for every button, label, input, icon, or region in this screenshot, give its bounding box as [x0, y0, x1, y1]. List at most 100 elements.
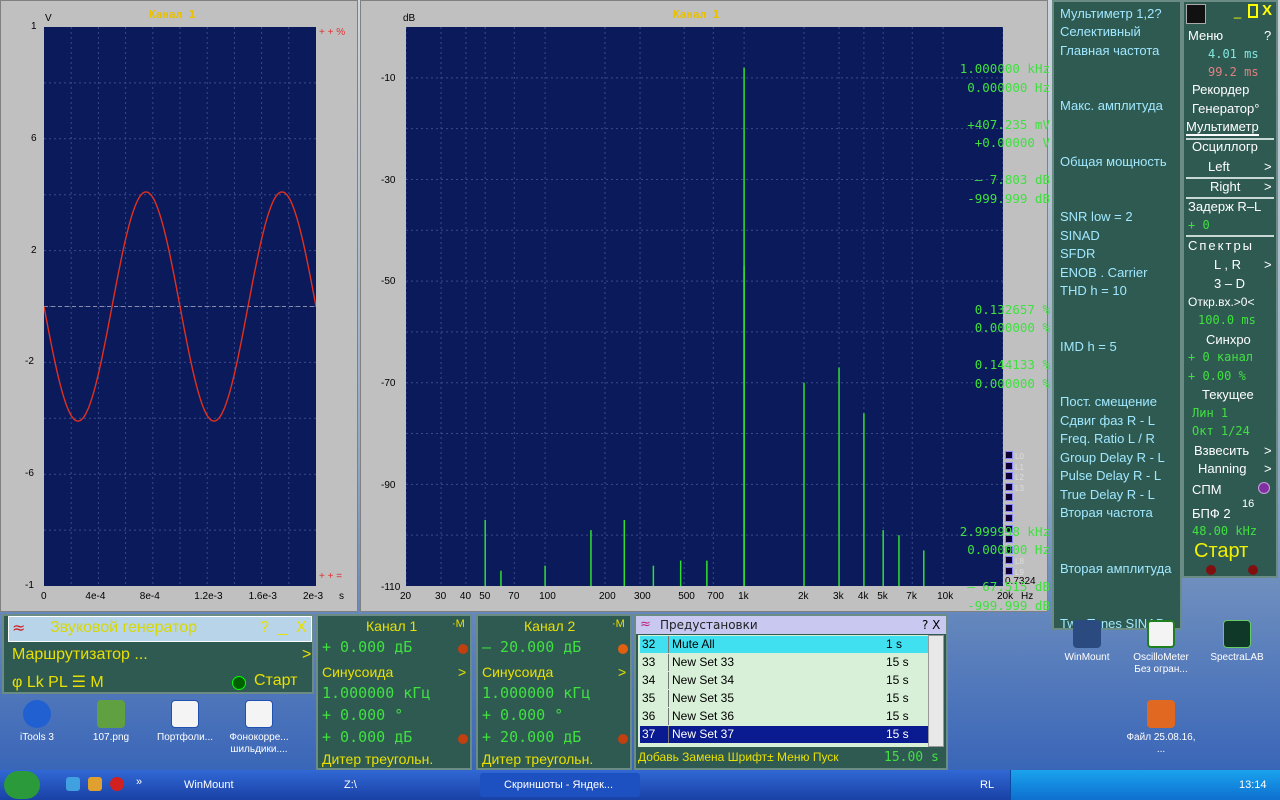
- multimeter-value[interactable]: – 67.515 dB: [967, 579, 1050, 594]
- multimeter-label[interactable]: Пост. смещение: [1060, 394, 1157, 409]
- generator-help[interactable]: ?: [260, 619, 269, 637]
- opera-icon[interactable]: [110, 777, 124, 791]
- ch1-wave-arrow-icon[interactable]: >: [458, 664, 466, 680]
- multimeter-value[interactable]: 0.000000 Hz: [967, 80, 1050, 95]
- mode-buttons[interactable]: φ Lk PL ☰ M: [12, 672, 104, 692]
- menu-multimeter[interactable]: Мультиметр: [1186, 119, 1259, 136]
- menu-sync[interactable]: Синхро: [1206, 332, 1251, 347]
- legend-item[interactable]: [1005, 514, 1015, 524]
- menu-fft[interactable]: БПФ 2: [1192, 506, 1231, 521]
- desktop-icon-spectralab[interactable]: SpectraLAB: [1200, 620, 1274, 664]
- desktop-icon-phono[interactable]: Фонокорре... шильдики....: [222, 700, 296, 756]
- generator-minimize[interactable]: _: [278, 619, 287, 637]
- spec-plot[interactable]: [405, 27, 1004, 586]
- spectrum-window[interactable]: Канал 1 dB L0 L1 L2 L3 L8 L9 0.7324 -10 -30 -50…: [360, 0, 1048, 612]
- multimeter-value[interactable]: 0.132657 %: [975, 302, 1050, 317]
- legend-item[interactable]: L9: [1005, 566, 1024, 577]
- multimeter-label[interactable]: Селективный: [1060, 24, 1141, 39]
- ch2-phase[interactable]: + 0.000 °: [482, 706, 563, 724]
- menu-right[interactable]: Right: [1210, 179, 1240, 194]
- presets-scrollbar[interactable]: [928, 635, 944, 747]
- channel1-panel[interactable]: Канал 1 ·M + 0.000 дБ Синусоида > 1.0000…: [316, 614, 472, 770]
- hanning-arrow-icon[interactable]: >: [1264, 461, 1272, 476]
- preset-row[interactable]: 34 New Set 34 15 s: [640, 672, 930, 689]
- ch2-freq[interactable]: 1.000000 кГц: [482, 684, 590, 702]
- ch1-m[interactable]: ·M: [452, 618, 465, 630]
- taskbar-winmount[interactable]: WinMount: [160, 773, 310, 797]
- ch1-phase[interactable]: + 0.000 °: [322, 706, 403, 724]
- right-arrow-icon[interactable]: >: [1264, 179, 1272, 194]
- multimeter-label[interactable]: Сдвиг фаз R - L: [1060, 413, 1155, 428]
- legend-item[interactable]: L8: [1005, 556, 1024, 566]
- taskbar-explorer[interactable]: Скриншоты - Яндек...: [480, 773, 640, 797]
- multimeter-label[interactable]: Общая мощность: [1060, 154, 1167, 169]
- multimeter-label[interactable]: ENOB . Carrier: [1060, 265, 1147, 280]
- desktop-icon-file[interactable]: Файл 25.08.16, ...: [1124, 700, 1198, 756]
- multimeter-panel[interactable]: Мультиметр 1,2? Селективный Главная часто…: [960, 0, 1182, 631]
- router-button[interactable]: Маршрутизатор ...: [12, 646, 148, 664]
- ch1-level[interactable]: + 0.000 дБ: [322, 638, 412, 656]
- spm-led-icon[interactable]: [1258, 482, 1270, 494]
- ch2-wave[interactable]: Синусоида: [482, 664, 553, 680]
- multimeter-value[interactable]: 0.000000 %: [975, 320, 1050, 335]
- multimeter-value[interactable]: 0.000000 %: [975, 376, 1050, 391]
- quicklaunch-more[interactable]: »: [136, 770, 142, 794]
- start-button[interactable]: [4, 771, 40, 799]
- menu-delay[interactable]: Задерж R–L: [1188, 199, 1261, 214]
- presets-footer[interactable]: Добавь Замена Шрифт± Меню Пуск: [638, 750, 839, 764]
- multimeter-value[interactable]: -999.999 dB: [967, 191, 1050, 206]
- menu-hanning[interactable]: Hanning: [1198, 461, 1246, 476]
- presets-help-close[interactable]: ? X: [922, 618, 940, 632]
- desktop-icon-oscillometer[interactable]: OscilloMeter Без огран...: [1124, 620, 1198, 676]
- legend-item[interactable]: [1005, 493, 1015, 503]
- preset-row[interactable]: 36 New Set 36 15 s: [640, 708, 930, 725]
- spectra-lr[interactable]: L , R: [1214, 257, 1241, 272]
- multimeter-label[interactable]: True Delay R - L: [1060, 487, 1155, 502]
- generator-panel[interactable]: ≈ Звуковой генератор ? _ X Маршрутизатор…: [2, 614, 314, 694]
- preset-row[interactable]: 32 Mute All 1 s: [640, 636, 930, 653]
- help-button[interactable]: ?: [1264, 28, 1271, 43]
- multimeter-label[interactable]: Макс. амплитуда: [1060, 98, 1163, 113]
- ch2-level[interactable]: – 20.000 дБ: [482, 638, 581, 656]
- preset-row[interactable]: 35 New Set 35 15 s: [640, 690, 930, 707]
- menu-current[interactable]: Текущее: [1202, 387, 1254, 402]
- desktop-icon-png[interactable]: 107.png: [74, 700, 148, 744]
- quicklaunch-icon[interactable]: [66, 777, 80, 791]
- multimeter-label[interactable]: IMD h = 5: [1060, 339, 1117, 354]
- presets-panel[interactable]: ≈ Предустановки ? X 32 Mute All 1 s 33 New S…: [634, 614, 948, 770]
- desktop-icon-itools[interactable]: iTools 3: [0, 700, 74, 744]
- multimeter-value[interactable]: 1.000000 kHz: [960, 61, 1050, 76]
- ch2-m[interactable]: ·M: [612, 618, 625, 630]
- taskbar-z-drive[interactable]: Z:\: [320, 773, 470, 797]
- multimeter-value[interactable]: 0.144133 %: [975, 357, 1050, 372]
- multimeter-label[interactable]: Freq. Ratio L / R: [1060, 431, 1155, 446]
- multimeter-label[interactable]: Вторая частота: [1060, 505, 1153, 520]
- close-button[interactable]: X: [1262, 2, 1272, 19]
- preset-row[interactable]: 37 New Set 37 15 s: [640, 726, 930, 743]
- menu-panel[interactable]: _ X Меню ? 4.01 ms 99.2 ms Рекордер Гене…: [1182, 0, 1278, 578]
- multimeter-value[interactable]: – 7.803 dB: [975, 172, 1050, 187]
- quicklaunch-icon[interactable]: [88, 777, 102, 791]
- legend-item[interactable]: L3: [1005, 482, 1024, 493]
- generator-start-button[interactable]: Старт: [254, 672, 297, 690]
- multimeter-label[interactable]: Вторая амплитуда: [1060, 561, 1171, 576]
- language-indicator[interactable]: RL: [980, 773, 994, 797]
- weigh-arrow-icon[interactable]: >: [1264, 443, 1272, 458]
- multimeter-label[interactable]: Pulse Delay R - L: [1060, 468, 1161, 483]
- multimeter-label[interactable]: SNR low = 2: [1060, 209, 1133, 224]
- multimeter-label[interactable]: Group Delay R - L: [1060, 450, 1165, 465]
- menu-weigh[interactable]: Взвесить: [1194, 443, 1249, 458]
- ch2-amp[interactable]: + 20.000 дБ: [482, 728, 581, 746]
- channel2-panel[interactable]: Канал 2 ·M – 20.000 дБ Синусоида > 1.000…: [476, 614, 632, 770]
- menu-left[interactable]: Left: [1208, 159, 1230, 174]
- ch1-dither[interactable]: Дитер треугольн.: [322, 751, 433, 767]
- ch1-amp[interactable]: + 0.000 дБ: [322, 728, 412, 746]
- router-arrow-icon[interactable]: >: [302, 646, 311, 664]
- legend-item[interactable]: [1005, 503, 1015, 514]
- minimize-button[interactable]: _: [1234, 4, 1241, 19]
- menu-spm[interactable]: СПМ: [1192, 482, 1222, 497]
- ch2-wave-arrow-icon[interactable]: >: [618, 664, 626, 680]
- generator-close[interactable]: X: [296, 619, 307, 637]
- oscilloscope-window[interactable]: Канал 1 V + + % + + = 1 6 2 -2 -6 -1 0 4e-4 8e-…: [0, 0, 358, 612]
- legend-item[interactable]: L2: [1005, 472, 1024, 482]
